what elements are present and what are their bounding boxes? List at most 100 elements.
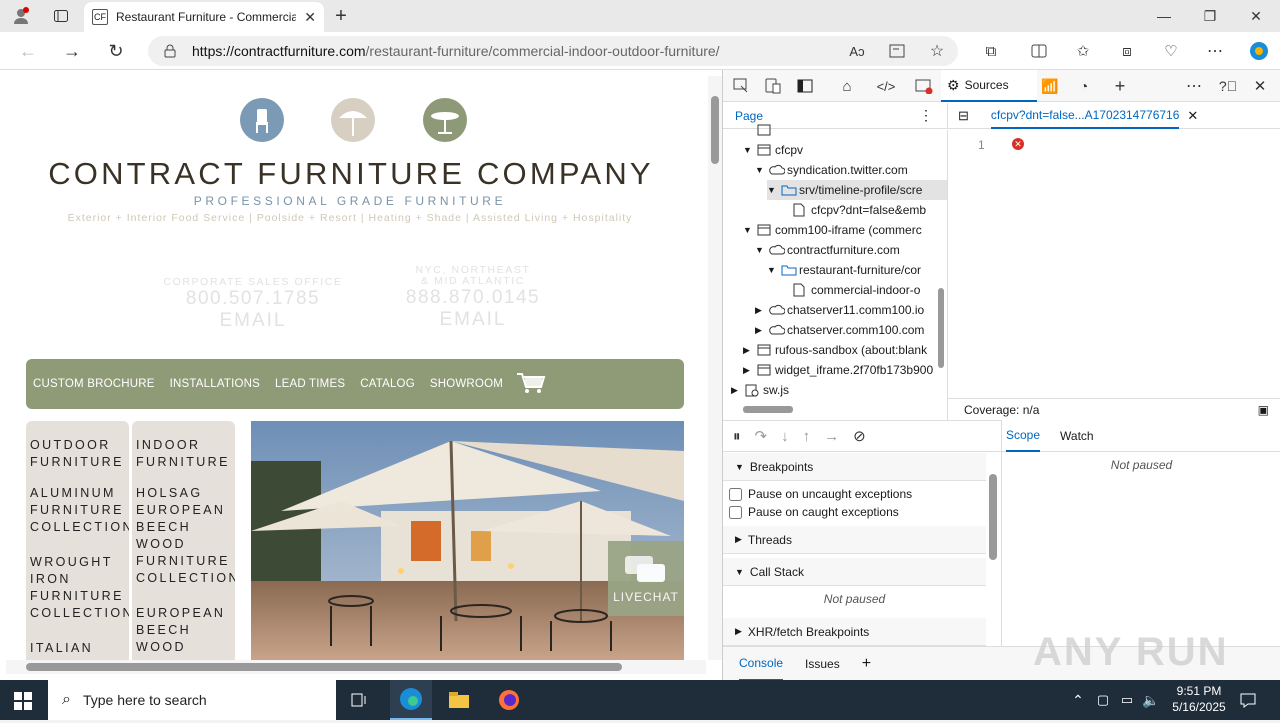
collapsed-arrow-icon[interactable]: ▶ (755, 305, 769, 316)
close-window-icon[interactable]: ✕ (1244, 6, 1268, 26)
edge-taskbar-button[interactable] (390, 680, 432, 720)
menu-showroom[interactable]: SHOWROOM (430, 378, 503, 390)
elements-tab-icon[interactable]: </> (875, 76, 897, 96)
tree-item[interactable]: ▶ rufous-sandbox (about:blank (743, 340, 927, 360)
task-view-icon[interactable] (348, 690, 372, 712)
file-explorer-icon[interactable] (446, 688, 472, 712)
nyc-phone[interactable]: 888.870.0145 (380, 287, 566, 309)
favorite-star-icon[interactable]: ☆ (926, 40, 948, 62)
toggle-navigator-icon[interactable]: ⊟ (958, 108, 969, 124)
back-icon[interactable]: ← (16, 40, 40, 62)
inspect-element-icon[interactable] (731, 76, 751, 96)
pause-uncaught-option[interactable]: Pause on uncaught exceptions (729, 487, 912, 501)
close-tab-icon[interactable]: ✕ (304, 9, 316, 26)
firefox-icon[interactable] (496, 688, 522, 712)
read-aloud-icon[interactable]: A͏ↄ (846, 40, 868, 62)
network-icon[interactable]: ▭ (1118, 690, 1136, 710)
tree-item[interactable]: ▼ comm100-iframe (commerc (743, 220, 922, 240)
taskbar-clock[interactable]: 9:51 PM 5/16/2025 (1164, 683, 1234, 715)
menu-lead-times[interactable]: LEAD TIMES (275, 378, 345, 390)
horizontal-scroll-thumb[interactable] (26, 663, 622, 671)
collapsed-arrow-icon[interactable]: ▶ (743, 365, 757, 376)
tree-hscrollbar[interactable] (735, 404, 925, 416)
call-stack-section[interactable]: ▼ Call Stack (723, 558, 986, 586)
meet-now-icon[interactable]: ▢ (1094, 690, 1112, 710)
restore-icon[interactable]: ❐ (1198, 6, 1222, 26)
pause-icon[interactable]: ⏸ (733, 428, 741, 445)
nyc-email-link[interactable]: EMAIL (380, 309, 566, 331)
indoor-furniture-heading[interactable]: INDOOR FURNITURE (136, 437, 232, 471)
tree-item[interactable]: ▶ sw.js (731, 380, 789, 400)
extensions-icon[interactable]: ⧉ (980, 40, 1002, 62)
pause-uncaught-checkbox[interactable] (729, 487, 742, 501)
tree-item[interactable]: ▶ widget_iframe.2f70fb173b900 (743, 360, 933, 380)
tree-item[interactable]: ▶ chatserver.comm100.com (755, 320, 924, 340)
tree-item[interactable]: ▼ syndication.twitter.com (755, 160, 908, 180)
pause-caught-option[interactable]: Pause on caught exceptions (729, 505, 899, 519)
help-icon[interactable]: ?⃝ (1217, 76, 1239, 96)
favorites-icon[interactable]: ✩ (1072, 40, 1094, 62)
device-emulation-icon[interactable] (763, 76, 783, 96)
start-windows-icon[interactable] (12, 690, 34, 712)
tree-vscrollbar[interactable] (935, 138, 947, 408)
welcome-home-icon[interactable]: ⌂ (837, 76, 857, 96)
close-file-tab-icon[interactable]: ✕ (1187, 108, 1198, 124)
tree-item[interactable]: ▼ srv/timeline-profile/scre (767, 180, 947, 200)
horizontal-scrollbar[interactable] (6, 660, 706, 674)
active-tab[interactable]: CF Restaurant Furniture - Commercial ✕ (84, 2, 324, 32)
tree-item[interactable]: commercial-indoor-o (779, 280, 920, 300)
issues-drawer-tab[interactable]: Issues (805, 657, 840, 671)
european-beech-link[interactable]: EUROPEAN BEECH WOOD (136, 605, 232, 656)
menu-custom-brochure[interactable]: CUSTOM BROCHURE (33, 378, 155, 390)
menu-catalog[interactable]: CATALOG (360, 378, 415, 390)
holsag-collection-link[interactable]: HOLSAG EUROPEAN BEECH WOOD FURNITURE COL… (136, 485, 235, 587)
console-tab-icon[interactable] (913, 76, 935, 96)
sidebar-scroll-thumb[interactable] (989, 474, 997, 560)
aluminum-collections-link[interactable]: ALUMINUM FURNITURE COLLECTIONS (30, 485, 129, 536)
copilot-icon[interactable] (1246, 38, 1272, 64)
corporate-phone[interactable]: 800.507.1785 (150, 288, 356, 310)
wrought-iron-collections-link[interactable]: WROUGHT IRON FURNITURE COLLECTIONS (30, 554, 129, 622)
split-screen-icon[interactable] (1028, 40, 1050, 62)
cart-icon[interactable] (516, 371, 546, 398)
performance-tab-icon[interactable]: ◔ (1073, 76, 1095, 96)
expanded-arrow-icon[interactable]: ▼ (743, 145, 757, 155)
pause-caught-checkbox[interactable] (729, 505, 742, 519)
code-editor[interactable]: 1 ✕ (947, 130, 1280, 416)
step-icon[interactable]: → (824, 428, 839, 445)
add-drawer-tab-icon[interactable]: + (862, 655, 871, 673)
console-drawer-tab[interactable]: Console (739, 647, 784, 681)
expanded-arrow-icon[interactable]: ▼ (767, 185, 781, 195)
minimize-icon[interactable]: — (1152, 6, 1176, 26)
livechat-button[interactable]: LIVECHAT (608, 541, 684, 616)
screenshot-icon[interactable]: ▣ (1258, 403, 1269, 417)
expanded-arrow-icon[interactable]: ▼ (767, 265, 781, 275)
corporate-email-link[interactable]: EMAIL (150, 310, 356, 332)
watch-tab[interactable]: Watch (1060, 429, 1094, 443)
tab-actions-icon[interactable] (50, 6, 72, 26)
more-tools-icon[interactable]: + (1109, 75, 1131, 97)
scope-tab[interactable]: Scope (1006, 420, 1041, 452)
vertical-scrollbar[interactable] (708, 76, 722, 660)
collapsed-arrow-icon[interactable]: ▶ (755, 325, 769, 336)
step-into-icon[interactable]: ↓ (781, 428, 789, 445)
deactivate-breakpoints-icon[interactable]: ⊘ (853, 427, 866, 445)
sources-tab[interactable]: ⚙ Sources (941, 70, 1037, 102)
tray-chevron-icon[interactable]: ⌃ (1070, 690, 1086, 710)
refresh-icon[interactable]: ↻ (104, 40, 128, 62)
breakpoints-section[interactable]: ▼ Breakpoints (723, 453, 986, 481)
lock-icon[interactable] (160, 40, 180, 62)
step-over-icon[interactable]: ↷ (755, 427, 768, 445)
open-file-tab[interactable]: cfcpv?dnt=false...A1702314776716 (990, 103, 1180, 129)
step-out-icon[interactable]: ↑ (803, 428, 811, 445)
tree-item[interactable]: cfcpv?dnt=false&emb (779, 200, 926, 220)
url-field[interactable]: https://contractfurniture.com/restaurant… (148, 36, 958, 66)
expanded-arrow-icon[interactable]: ▼ (755, 245, 769, 255)
tree-item[interactable]: ▼ contractfurniture.com (755, 240, 900, 260)
collections-icon[interactable]: ⧈ (1116, 40, 1138, 62)
vertical-scroll-thumb[interactable] (711, 96, 719, 164)
more-menu-icon[interactable]: ⋯ (1204, 40, 1226, 62)
profile-icon[interactable] (10, 6, 32, 26)
tree-item[interactable]: ▼ cfcpv (743, 140, 803, 160)
tree-item[interactable]: ▼ restaurant-furniture/cor (767, 260, 921, 280)
